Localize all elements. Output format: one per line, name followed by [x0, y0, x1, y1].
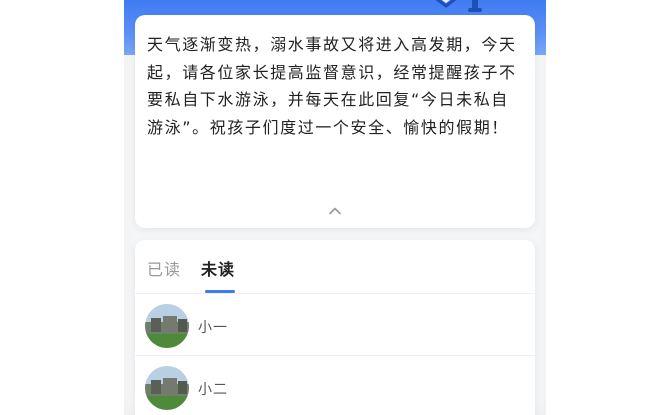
- tab-read[interactable]: 已读: [147, 256, 181, 280]
- notice-card: 天气逐渐变热，溺水事故又将进入高发期，今天起，请各位家长提高监督意识，经常提醒孩…: [135, 15, 535, 228]
- avatar-photo: [145, 366, 189, 410]
- reader-list-item[interactable]: 小一: [135, 297, 535, 355]
- tabs-divider: [135, 293, 535, 294]
- screenshot-stage: 天气逐渐变热，溺水事故又将进入高发期，今天起，请各位家长提高监督意识，经常提醒孩…: [0, 0, 670, 415]
- row-divider: [135, 355, 535, 356]
- avatar: [145, 366, 189, 410]
- avatar-photo: [145, 304, 189, 348]
- read-status-card: 已读 未读 小一 小二: [135, 240, 535, 415]
- reader-name: 小一: [198, 320, 228, 336]
- read-status-tabs: 已读 未读: [135, 240, 535, 293]
- reader-list-item[interactable]: 小二: [135, 359, 535, 415]
- collapse-button[interactable]: [325, 201, 345, 221]
- chevron-up-icon: [329, 207, 341, 215]
- avatar: [145, 304, 189, 348]
- notice-message: 天气逐渐变热，溺水事故又将进入高发期，今天起，请各位家长提高监督意识，经常提醒孩…: [147, 35, 517, 137]
- reader-name: 小二: [198, 382, 228, 398]
- tab-unread[interactable]: 未读: [201, 256, 235, 280]
- phone-screen: 天气逐渐变热，溺水事故又将进入高发期，今天起，请各位家长提高监督意识，经常提醒孩…: [124, 0, 546, 415]
